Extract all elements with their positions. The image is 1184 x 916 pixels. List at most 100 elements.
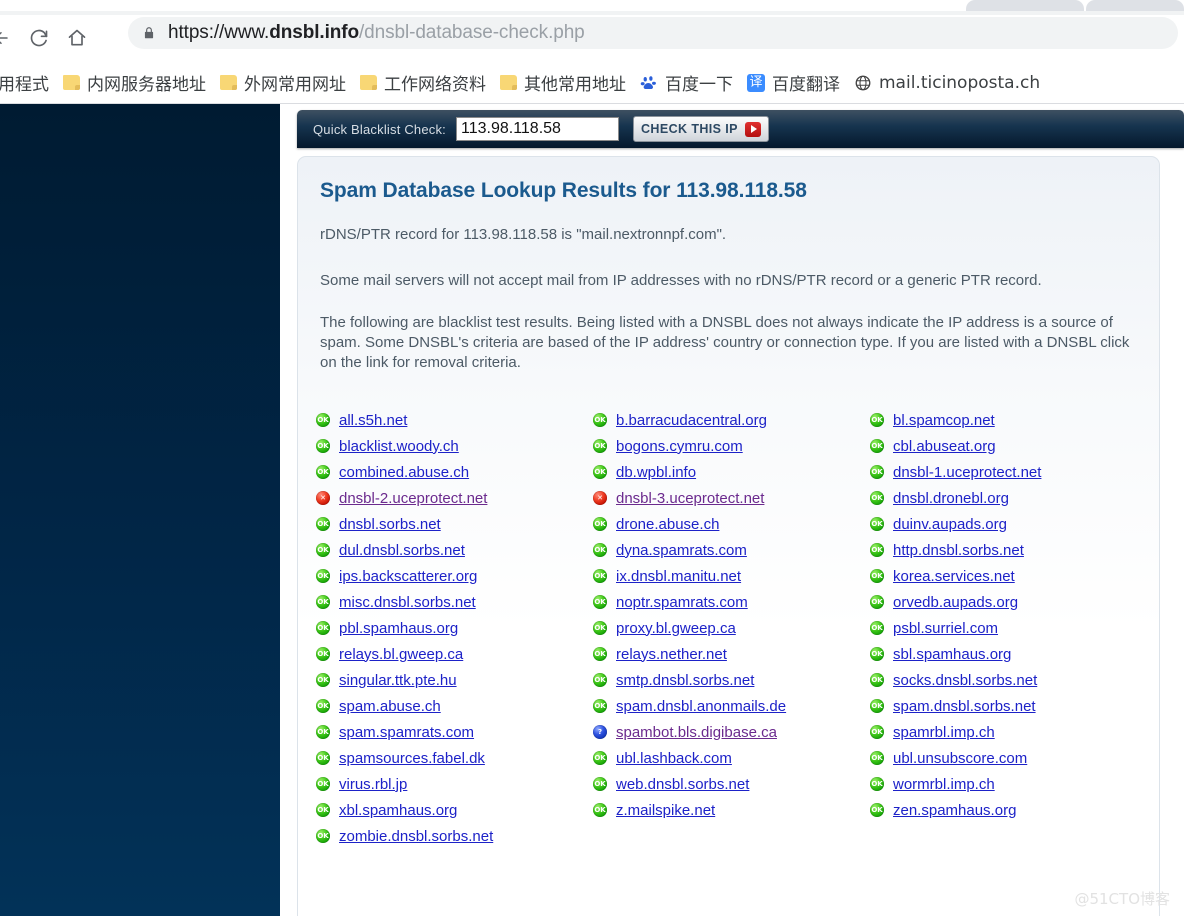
- folder-icon: [220, 75, 237, 90]
- bookmark-label: 百度翻译: [772, 75, 840, 95]
- dnsbl-link[interactable]: spam.dnsbl.anonmails.de: [616, 698, 786, 715]
- dnsbl-link[interactable]: misc.dnsbl.sorbs.net: [339, 594, 476, 611]
- dnsbl-link[interactable]: blacklist.woody.ch: [339, 438, 459, 455]
- dnsbl-link[interactable]: ix.dnsbl.manitu.net: [616, 568, 741, 585]
- quick-check-input[interactable]: [456, 117, 619, 141]
- dnsbl-link[interactable]: dnsbl-3.uceprotect.net: [616, 490, 764, 507]
- dnsbl-link[interactable]: noptr.spamrats.com: [616, 594, 748, 611]
- dnsbl-link[interactable]: http.dnsbl.sorbs.net: [893, 542, 1024, 559]
- dnsbl-link[interactable]: korea.services.net: [893, 568, 1015, 585]
- bookmark-label: 其他常用地址: [524, 75, 626, 95]
- dnsbl-link[interactable]: web.dnsbl.sorbs.net: [616, 776, 749, 793]
- check-this-ip-button[interactable]: CHECK THIS IP: [633, 116, 769, 142]
- dnsbl-link[interactable]: smtp.dnsbl.sorbs.net: [616, 672, 754, 689]
- dnsbl-link[interactable]: cbl.abuseat.org: [893, 438, 996, 455]
- dnsbl-link[interactable]: ubl.unsubscore.com: [893, 750, 1027, 767]
- status-ok-icon: OK: [870, 777, 884, 791]
- dnsbl-link[interactable]: singular.ttk.pte.hu: [339, 672, 457, 689]
- dnsbl-link[interactable]: spam.abuse.ch: [339, 698, 441, 715]
- reload-icon[interactable]: [22, 21, 56, 55]
- bookmark-item-7[interactable]: mail.ticinoposta.ch: [847, 68, 1047, 98]
- bookmark-item-5[interactable]: 百度一下: [633, 68, 740, 98]
- tab-strip: [0, 0, 1184, 11]
- dnsbl-link[interactable]: dnsbl.sorbs.net: [339, 516, 441, 533]
- dnsbl-link[interactable]: pbl.spamhaus.org: [339, 620, 458, 637]
- bookmark-label: 外网常用网址: [244, 75, 346, 95]
- globe-icon: [854, 74, 872, 92]
- status-ok-icon: OK: [870, 751, 884, 765]
- bookmark-item-4[interactable]: 其他常用地址: [493, 68, 633, 98]
- status-ok-icon: OK: [316, 621, 330, 635]
- dnsbl-link[interactable]: dnsbl-1.uceprotect.net: [893, 464, 1041, 481]
- dnsbl-link[interactable]: drone.abuse.ch: [616, 516, 719, 533]
- bookmark-item-0[interactable]: 用程式: [0, 68, 56, 98]
- dnsbl-link[interactable]: dyna.spamrats.com: [616, 542, 747, 559]
- dnsbl-link[interactable]: virus.rbl.jp: [339, 776, 407, 793]
- dnsbl-row: OK korea.services.net: [870, 563, 1147, 589]
- browser-tab[interactable]: [1086, 0, 1184, 11]
- dnsbl-link[interactable]: duinv.aupads.org: [893, 516, 1007, 533]
- dnsbl-link[interactable]: wormrbl.imp.ch: [893, 776, 995, 793]
- dnsbl-link[interactable]: spam.spamrats.com: [339, 724, 474, 741]
- dnsbl-link[interactable]: proxy.bl.gweep.ca: [616, 620, 736, 637]
- dnsbl-row: OK spam.dnsbl.sorbs.net: [870, 693, 1147, 719]
- bookmark-item-1[interactable]: 内网服务器地址: [56, 68, 213, 98]
- dnsbl-link[interactable]: sbl.spamhaus.org: [893, 646, 1011, 663]
- bookmark-item-2[interactable]: 外网常用网址: [213, 68, 353, 98]
- page-title: Spam Database Lookup Results for 113.98.…: [320, 179, 807, 202]
- dnsbl-row: OK spam.abuse.ch: [316, 693, 593, 719]
- dnsbl-link[interactable]: spam.dnsbl.sorbs.net: [893, 698, 1036, 715]
- status-ok-icon: OK: [870, 569, 884, 583]
- dnsbl-link[interactable]: zen.spamhaus.org: [893, 802, 1016, 819]
- bookmark-item-3[interactable]: 工作网络资料: [353, 68, 493, 98]
- dnsbl-link[interactable]: db.wpbl.info: [616, 464, 696, 481]
- dnsbl-link[interactable]: spamrbl.imp.ch: [893, 724, 995, 741]
- status-ok-icon: OK: [870, 621, 884, 635]
- dnsbl-row: OK pbl.spamhaus.org: [316, 615, 593, 641]
- dnsbl-link[interactable]: z.mailspike.net: [616, 802, 715, 819]
- status-ok-icon: OK: [316, 647, 330, 661]
- dnsbl-link[interactable]: relays.nether.net: [616, 646, 727, 663]
- status-ok-icon: OK: [593, 803, 607, 817]
- dnsbl-link[interactable]: socks.dnsbl.sorbs.net: [893, 672, 1037, 689]
- dnsbl-link[interactable]: psbl.surriel.com: [893, 620, 998, 637]
- dnsbl-link[interactable]: dul.dnsbl.sorbs.net: [339, 542, 465, 559]
- dnsbl-link[interactable]: combined.abuse.ch: [339, 464, 469, 481]
- dnsbl-row: OK orvedb.aupads.org: [870, 589, 1147, 615]
- status-ok-icon: OK: [316, 569, 330, 583]
- dnsbl-link[interactable]: b.barracudacentral.org: [616, 412, 767, 429]
- dnsbl-link[interactable]: dnsbl.dronebl.org: [893, 490, 1009, 507]
- dnsbl-link[interactable]: ubl.lashback.com: [616, 750, 732, 767]
- dnsbl-row: OK ips.backscatterer.org: [316, 563, 593, 589]
- back-arrow-icon[interactable]: [0, 21, 18, 55]
- dnsbl-row: OK spamsources.fabel.dk: [316, 745, 593, 771]
- dnsbl-link[interactable]: dnsbl-2.uceprotect.net: [339, 490, 487, 507]
- status-ok-icon: OK: [316, 699, 330, 713]
- dnsbl-link[interactable]: xbl.spamhaus.org: [339, 802, 457, 819]
- status-ok-icon: OK: [316, 829, 330, 843]
- status-ok-icon: OK: [316, 725, 330, 739]
- dnsbl-link[interactable]: relays.bl.gweep.ca: [339, 646, 463, 663]
- dnsbl-link[interactable]: orvedb.aupads.org: [893, 594, 1018, 611]
- dnsbl-link[interactable]: zombie.dnsbl.sorbs.net: [339, 828, 493, 845]
- dnsbl-link[interactable]: spamsources.fabel.dk: [339, 750, 485, 767]
- status-ok-icon: OK: [316, 751, 330, 765]
- dnsbl-link[interactable]: bogons.cymru.com: [616, 438, 743, 455]
- status-listed-icon: ✕: [593, 491, 607, 505]
- status-ok-icon: OK: [593, 673, 607, 687]
- status-ok-icon: OK: [870, 595, 884, 609]
- bookmark-label: 工作网络资料: [384, 75, 486, 95]
- dnsbl-link[interactable]: all.s5h.net: [339, 412, 407, 429]
- address-bar[interactable]: https://www.dnsbl.info/dnsbl-database-ch…: [128, 17, 1178, 49]
- status-ok-icon: OK: [316, 803, 330, 817]
- dnsbl-link[interactable]: spambot.bls.digibase.ca: [616, 724, 777, 741]
- home-icon[interactable]: [60, 21, 94, 55]
- mail-server-note-text: Some mail servers will not accept mail f…: [320, 272, 1042, 289]
- dnsbl-link[interactable]: ips.backscatterer.org: [339, 568, 477, 585]
- dnsbl-row: ✕ dnsbl-3.uceprotect.net: [593, 485, 870, 511]
- bookmark-item-6[interactable]: 译 百度翻译: [740, 68, 847, 98]
- browser-tab[interactable]: [966, 0, 1084, 11]
- dnsbl-row: OK relays.bl.gweep.ca: [316, 641, 593, 667]
- dnsbl-link[interactable]: bl.spamcop.net: [893, 412, 995, 429]
- dnsbl-column-2: OK bl.spamcop.net OK cbl.abuseat.org OK dnsbl…: [870, 407, 1147, 857]
